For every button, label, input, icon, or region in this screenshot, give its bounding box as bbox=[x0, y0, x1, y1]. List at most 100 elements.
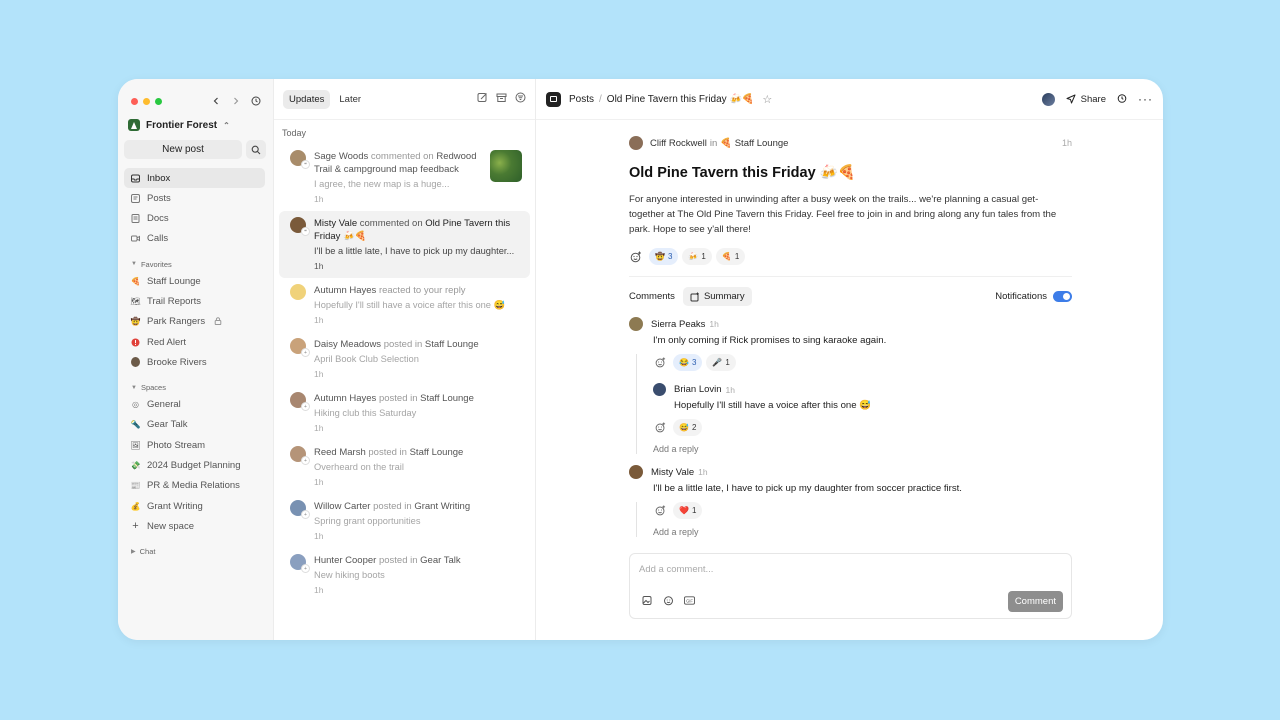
favorites-section-toggle[interactable]: ▼ Favorites bbox=[124, 257, 265, 271]
avatar: + bbox=[290, 338, 310, 357]
new-post-button[interactable]: New post bbox=[124, 140, 242, 159]
avatar[interactable] bbox=[1041, 92, 1055, 106]
reminder-icon[interactable] bbox=[1117, 93, 1127, 106]
sidebar-item-docs[interactable]: Docs bbox=[124, 209, 265, 229]
star-icon[interactable]: ☆ bbox=[762, 93, 772, 106]
activity-badge-icon: + bbox=[301, 402, 310, 411]
reaction-emoji: 😅 bbox=[679, 423, 689, 432]
back-icon[interactable] bbox=[210, 95, 222, 107]
summary-button[interactable]: Summary bbox=[682, 287, 752, 306]
avatar[interactable] bbox=[629, 465, 643, 479]
sidebar-item-general[interactable]: ◎ General bbox=[124, 395, 265, 415]
feed-item[interactable]: + Hunter Cooper posted in Gear Talk New … bbox=[279, 548, 530, 602]
divider bbox=[629, 276, 1072, 277]
post-author[interactable]: Cliff Rockwell bbox=[650, 138, 707, 149]
comment-author[interactable]: Misty Vale bbox=[651, 467, 694, 478]
org-switcher[interactable]: Frontier Forest ⌃ bbox=[128, 119, 230, 131]
sidebar-item-label: Trail Reports bbox=[147, 295, 202, 307]
filter-icon[interactable] bbox=[515, 92, 526, 106]
sidebar-item-label: Red Alert bbox=[147, 336, 187, 348]
sidebar-item-budget-planning[interactable]: 💸 2024 Budget Planning bbox=[124, 456, 265, 476]
breadcrumb-separator: / bbox=[599, 93, 602, 105]
sidebar-item-inbox[interactable]: Inbox bbox=[124, 168, 265, 188]
comment-input[interactable]: Add a comment... bbox=[639, 564, 713, 575]
reaction-pill[interactable]: 🤠 3 bbox=[649, 248, 679, 265]
reaction-pill[interactable]: 😂 3 bbox=[673, 354, 703, 371]
reaction-emoji: 🍻 bbox=[688, 252, 699, 261]
add-reaction-icon[interactable] bbox=[629, 250, 643, 264]
emoji-icon[interactable] bbox=[663, 595, 674, 606]
breadcrumb-posts[interactable]: Posts bbox=[569, 94, 594, 105]
avatar: + bbox=[290, 446, 310, 465]
chat-section-toggle[interactable]: ▶ Chat bbox=[124, 545, 265, 559]
reaction-pill[interactable]: 🍕 1 bbox=[715, 248, 746, 265]
minimize-window-button[interactable] bbox=[143, 98, 150, 105]
feed-item[interactable]: + Reed Marsh posted in Staff Lounge Over… bbox=[279, 440, 530, 494]
feed-item[interactable]: + Autumn Hayes posted in Staff Lounge Hi… bbox=[279, 386, 530, 440]
sidebar-item-red-alert[interactable]: Red Alert bbox=[124, 332, 265, 352]
sidebar-item-trail-reports[interactable]: 🗺 Trail Reports bbox=[124, 291, 265, 311]
comment-author[interactable]: Sierra Peaks bbox=[651, 319, 705, 330]
add-reaction-icon[interactable] bbox=[653, 421, 667, 435]
reaction-pill[interactable]: 🍻 1 bbox=[682, 248, 712, 265]
history-icon[interactable] bbox=[250, 95, 262, 107]
comment-submit-button[interactable]: Comment bbox=[1007, 591, 1063, 612]
feed-item[interactable]: ❝ Misty Vale commented on Old Pine Taver… bbox=[279, 211, 530, 278]
spaces-section-toggle[interactable]: ▼ Spaces bbox=[124, 381, 265, 395]
feed-item[interactable]: + Daisy Meadows posted in Staff Lounge A… bbox=[279, 332, 530, 386]
sidebar-item-photo-stream[interactable]: 🖼 Photo Stream bbox=[124, 435, 265, 455]
more-icon[interactable]: ··· bbox=[1138, 92, 1153, 106]
add-reaction-icon[interactable] bbox=[653, 504, 667, 518]
sidebar-item-pr-media[interactable]: 📰 PR & Media Relations bbox=[124, 476, 265, 496]
sidebar-item-gear-talk[interactable]: 🔦 Gear Talk bbox=[124, 415, 265, 435]
sidebar-item-park-rangers[interactable]: 🤠 Park Rangers bbox=[124, 312, 265, 332]
post-view: Posts / Old Pine Tavern this Friday 🍻🍕 ☆… bbox=[536, 79, 1163, 640]
tab-updates[interactable]: Updates bbox=[283, 89, 331, 109]
notifications-toggle[interactable] bbox=[1053, 291, 1072, 302]
reaction-pill[interactable]: 😅 2 bbox=[673, 419, 703, 436]
compose-icon[interactable] bbox=[477, 92, 488, 106]
feed-item[interactable]: ❝ Sage Woods commented on Redwood Trail … bbox=[279, 144, 530, 211]
avatar bbox=[131, 357, 140, 368]
docs-icon bbox=[131, 214, 140, 224]
send-icon bbox=[1066, 94, 1076, 104]
sidebar-item-staff-lounge[interactable]: 🍕 Staff Lounge bbox=[124, 271, 265, 291]
comment-author[interactable]: Brian Lovin bbox=[674, 384, 722, 395]
cowboy-icon: 🤠 bbox=[130, 317, 141, 327]
reaction-pill[interactable]: ❤️ 1 bbox=[673, 502, 703, 519]
sidebar: Frontier Forest ⌃ New post Inbox Posts D… bbox=[118, 79, 274, 640]
maximize-window-button[interactable] bbox=[155, 98, 162, 105]
add-reaction-icon[interactable] bbox=[653, 356, 667, 370]
add-reply-button[interactable]: Add a reply bbox=[653, 527, 1072, 537]
avatar[interactable] bbox=[629, 136, 643, 150]
feed-item-title: Hunter Cooper posted in Gear Talk bbox=[314, 555, 461, 566]
pizza-icon: 🍕 bbox=[130, 276, 141, 286]
sidebar-item-posts[interactable]: Posts bbox=[124, 188, 265, 208]
tab-later[interactable]: Later bbox=[333, 90, 367, 109]
sidebar-item-calls[interactable]: Calls bbox=[124, 229, 265, 249]
money-icon: 💸 bbox=[130, 461, 141, 471]
attach-image-icon[interactable] bbox=[642, 595, 653, 606]
share-button[interactable]: Share bbox=[1066, 94, 1106, 105]
reaction-count: 1 bbox=[701, 252, 706, 261]
avatar[interactable] bbox=[653, 383, 666, 396]
gif-icon[interactable]: GIF bbox=[684, 595, 695, 606]
avatar[interactable] bbox=[629, 317, 643, 331]
sidebar-item-brooke-rivers[interactable]: Brooke Rivers bbox=[124, 352, 265, 372]
sidebar-item-grant-writing[interactable]: 💰 Grant Writing bbox=[124, 496, 265, 516]
chat-label: Chat bbox=[139, 547, 156, 557]
stop-icon bbox=[131, 338, 140, 347]
activity-badge-icon: + bbox=[301, 456, 310, 465]
feed-item[interactable]: + Willow Carter posted in Grant Writing … bbox=[279, 494, 530, 548]
feed-item[interactable]: Autumn Hayes reacted to your reply Hopef… bbox=[279, 278, 530, 332]
reaction-pill[interactable]: 🎤 1 bbox=[706, 354, 736, 371]
feed-item-snippet: Hiking club this Saturday bbox=[314, 408, 417, 418]
new-space-button[interactable]: + New space bbox=[124, 516, 265, 536]
comment-composer[interactable]: Add a comment... GIF Comment bbox=[629, 553, 1072, 619]
close-window-button[interactable] bbox=[131, 98, 138, 105]
forward-icon[interactable] bbox=[230, 95, 242, 107]
post-space[interactable]: 🍕 Staff Lounge bbox=[720, 138, 788, 149]
add-reply-button[interactable]: Add a reply bbox=[653, 444, 1072, 454]
search-button[interactable] bbox=[246, 140, 266, 159]
archive-icon[interactable] bbox=[496, 92, 507, 106]
